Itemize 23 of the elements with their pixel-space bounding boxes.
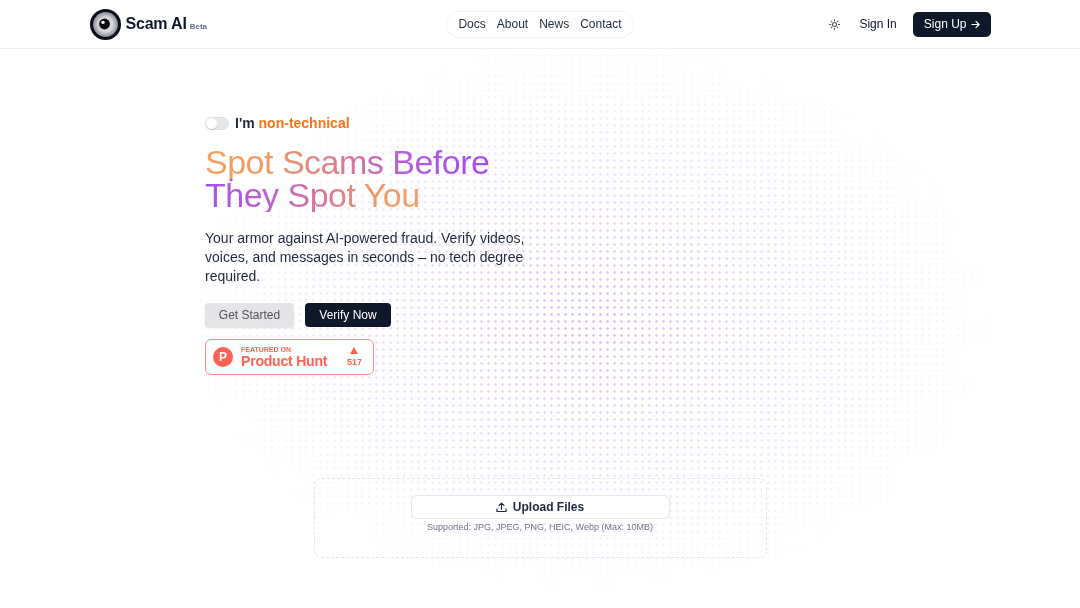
nav-link[interactable]: Docs — [458, 15, 486, 33]
logo-mark: P — [213, 347, 233, 367]
beta-label: Beta — [189, 21, 207, 33]
logo-text: Scam AI — [125, 14, 187, 34]
product-name: Product Hunt — [241, 353, 328, 369]
verify-now-button[interactable]: Verify Now — [305, 303, 391, 327]
upload-icon — [495, 501, 507, 513]
nav-link[interactable]: About — [496, 15, 529, 33]
arrow-right-icon — [970, 19, 980, 29]
sign-up-button[interactable]: Sign Up — [912, 11, 991, 37]
nav-link[interactable]: News — [539, 15, 570, 33]
sun-icon — [828, 18, 840, 30]
description-text: Your armor against AI-powered fraud. Verify videos, voices, and messages in seconds – no tech degree required. — [205, 229, 526, 286]
toggle-switch[interactable] — [205, 116, 229, 130]
triangle-up-icon — [350, 347, 359, 354]
eye-logo-icon — [89, 8, 121, 40]
supported-formats-text: Supported: JPG, JPEG, PNG, HEIC, Webp (Max: 10MB) — [427, 521, 653, 534]
upvote-count: 517 — [346, 357, 362, 367]
sign-in-button[interactable]: Sign In — [849, 12, 907, 36]
get-started-button[interactable]: Get Started — [205, 303, 294, 327]
toggle-label: I'm non-technical — [235, 113, 350, 133]
upload-files-button[interactable]: Upload Files — [410, 495, 670, 519]
nav-link[interactable]: Contact — [580, 15, 622, 33]
